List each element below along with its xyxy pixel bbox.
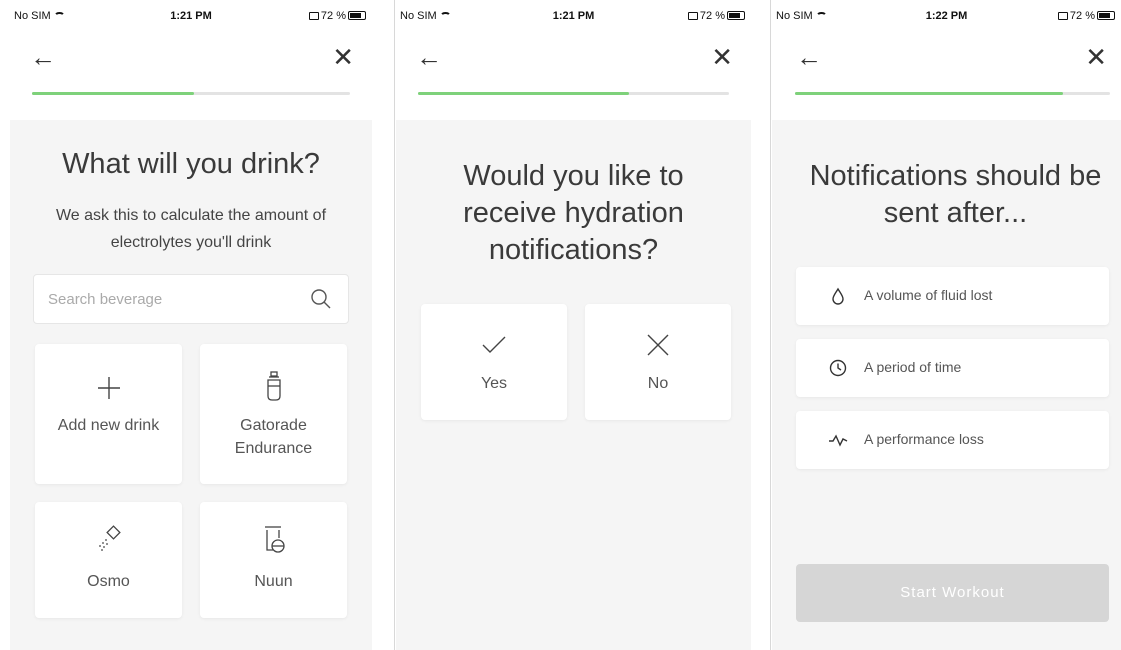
notifications-prompt-screen: No SIM 1:21 PM 72 % ← ✕ Would you like t… [396,0,751,650]
option-fluid-lost[interactable]: A volume of fluid lost [796,267,1109,325]
status-bar: No SIM 1:21 PM 72 % [10,10,372,28]
battery-icon [348,11,366,20]
drink-card-label: Gatorade Endurance [234,417,313,457]
top-bar: No SIM 1:21 PM 72 % ← ✕ [396,0,751,120]
powder-sachet-icon [35,524,182,559]
status-bar: No SIM 1:22 PM 72 % [772,10,1121,28]
drink-card-nuun[interactable]: Nuun [200,502,347,618]
progress-bar [32,92,350,95]
status-bar: No SIM 1:21 PM 72 % [396,10,751,28]
top-bar: No SIM 1:22 PM 72 % ← ✕ [772,0,1121,120]
page-subtitle: We ask this to calculate the amount of e… [55,207,327,251]
no-button[interactable]: No [585,304,731,420]
screen-divider [770,0,771,650]
search-input[interactable] [48,275,288,323]
option-performance-loss[interactable]: A performance loss [796,411,1109,469]
drink-card-osmo[interactable]: Osmo [35,502,182,618]
drink-card-label: Add new drink [57,417,160,434]
screen-mirror-icon [1057,12,1068,20]
check-icon [421,334,567,361]
option-label: A volume of fluid lost [864,287,993,303]
search-box [33,274,349,324]
notification-trigger-screen: No SIM 1:22 PM 72 % ← ✕ Notifications sh… [772,0,1121,650]
close-icon[interactable]: ✕ [324,42,354,72]
no-label: No [647,375,669,392]
screen-mirror-icon [687,12,698,20]
start-workout-button[interactable]: Start Workout [796,564,1109,622]
drink-selection-screen: No SIM 1:21 PM 72 % ← ✕ What will you dr… [10,0,372,650]
page-title: Would you like to receive hydration noti… [463,160,684,266]
progress-fill [795,92,1063,95]
x-icon [585,332,731,363]
option-label: A performance loss [864,431,984,447]
close-icon[interactable]: ✕ [1077,42,1107,72]
yes-button[interactable]: Yes [421,304,567,420]
drink-card-label: Nuun [254,573,293,590]
battery-icon [1097,11,1115,20]
option-label: A period of time [864,359,962,375]
drink-card-gatorade[interactable]: Gatorade Endurance [200,344,347,484]
bottle-icon [200,370,347,407]
progress-bar [418,92,729,95]
back-arrow-icon[interactable]: ← [30,42,60,72]
battery-label: 72 % [1069,10,1095,22]
yes-label: Yes [480,375,508,392]
back-arrow-icon[interactable]: ← [796,42,826,72]
progress-fill [32,92,195,95]
battery-label: 72 % [699,10,725,22]
back-arrow-icon[interactable]: ← [416,42,446,72]
battery-label: 72 % [320,10,346,22]
page-title: Notifications should be sent after... [809,160,1102,229]
drop-icon [832,287,844,305]
progress-bar [795,92,1110,95]
progress-fill [418,92,630,95]
drink-card-label: Osmo [87,573,130,590]
battery-icon [727,11,745,20]
search-icon[interactable] [310,288,332,310]
plus-icon [35,374,182,407]
option-period-of-time[interactable]: A period of time [796,339,1109,397]
close-icon[interactable]: ✕ [703,42,733,72]
drink-card-add-new[interactable]: Add new drink [35,344,182,484]
clock-icon [829,359,847,377]
top-bar: No SIM 1:21 PM 72 % ← ✕ [10,0,372,120]
screen-divider [394,0,395,650]
tablet-tube-icon [200,524,347,561]
pulse-icon [829,434,848,447]
page-title: What will you drink? [62,148,320,180]
screen-mirror-icon [308,12,319,20]
